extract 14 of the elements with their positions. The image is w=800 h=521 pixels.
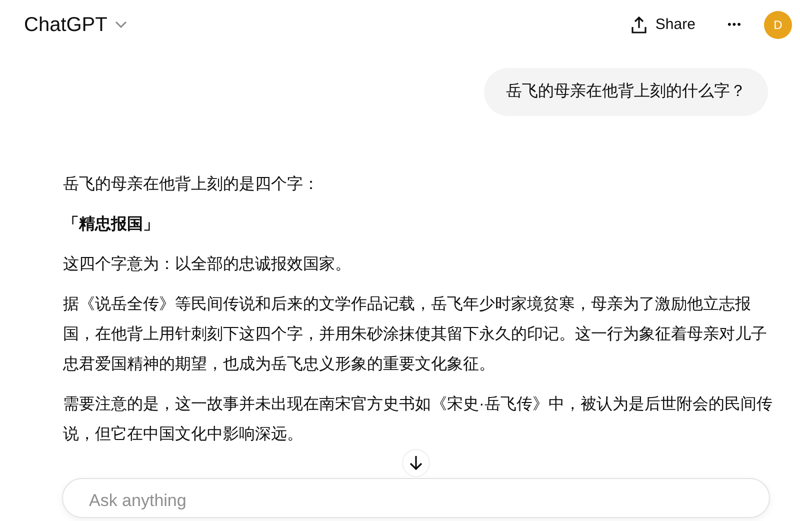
scroll-down-button[interactable] <box>402 449 430 477</box>
more-button[interactable]: ••• <box>719 12 750 38</box>
answer-paragraph: 需要注意的是，这一故事并未出现在南宋官方史书如《宋史·岳飞传》中，被认为是后世附会的民间传说，但它在中国文化中影响深远。 <box>63 394 773 445</box>
share-icon <box>631 16 648 34</box>
arrow-down-icon <box>409 455 423 471</box>
heading-text: 「精忠报国」 <box>63 214 160 235</box>
answer-paragraph: 据《说岳全传》等民间传说和后来的文学作品记载，岳飞年少时家境贫寒，母亲为了激励他立志报国，在他背上用针刺刻下这四个字，并用朱砂涂抹使其留下永久的印记。这一行为象征着母亲对儿子忠君爱国精神的期望，也成为岳飞忠义形象的重要文化象征。 <box>63 294 768 375</box>
model-selector[interactable]: ChatGPT <box>24 10 128 40</box>
answer-paragraph: 岳飞的母亲在他背上刻的是四个字： <box>63 174 320 195</box>
user-message: 岳飞的母亲在他背上刻的什么字？ <box>484 68 768 116</box>
message-composer[interactable]: Ask anything <box>62 478 770 518</box>
share-button[interactable]: Share <box>623 10 704 40</box>
chevron-down-icon <box>115 21 128 29</box>
answer-paragraph: 这四个字意为：以全部的忠诚报效国家。 <box>63 254 352 275</box>
